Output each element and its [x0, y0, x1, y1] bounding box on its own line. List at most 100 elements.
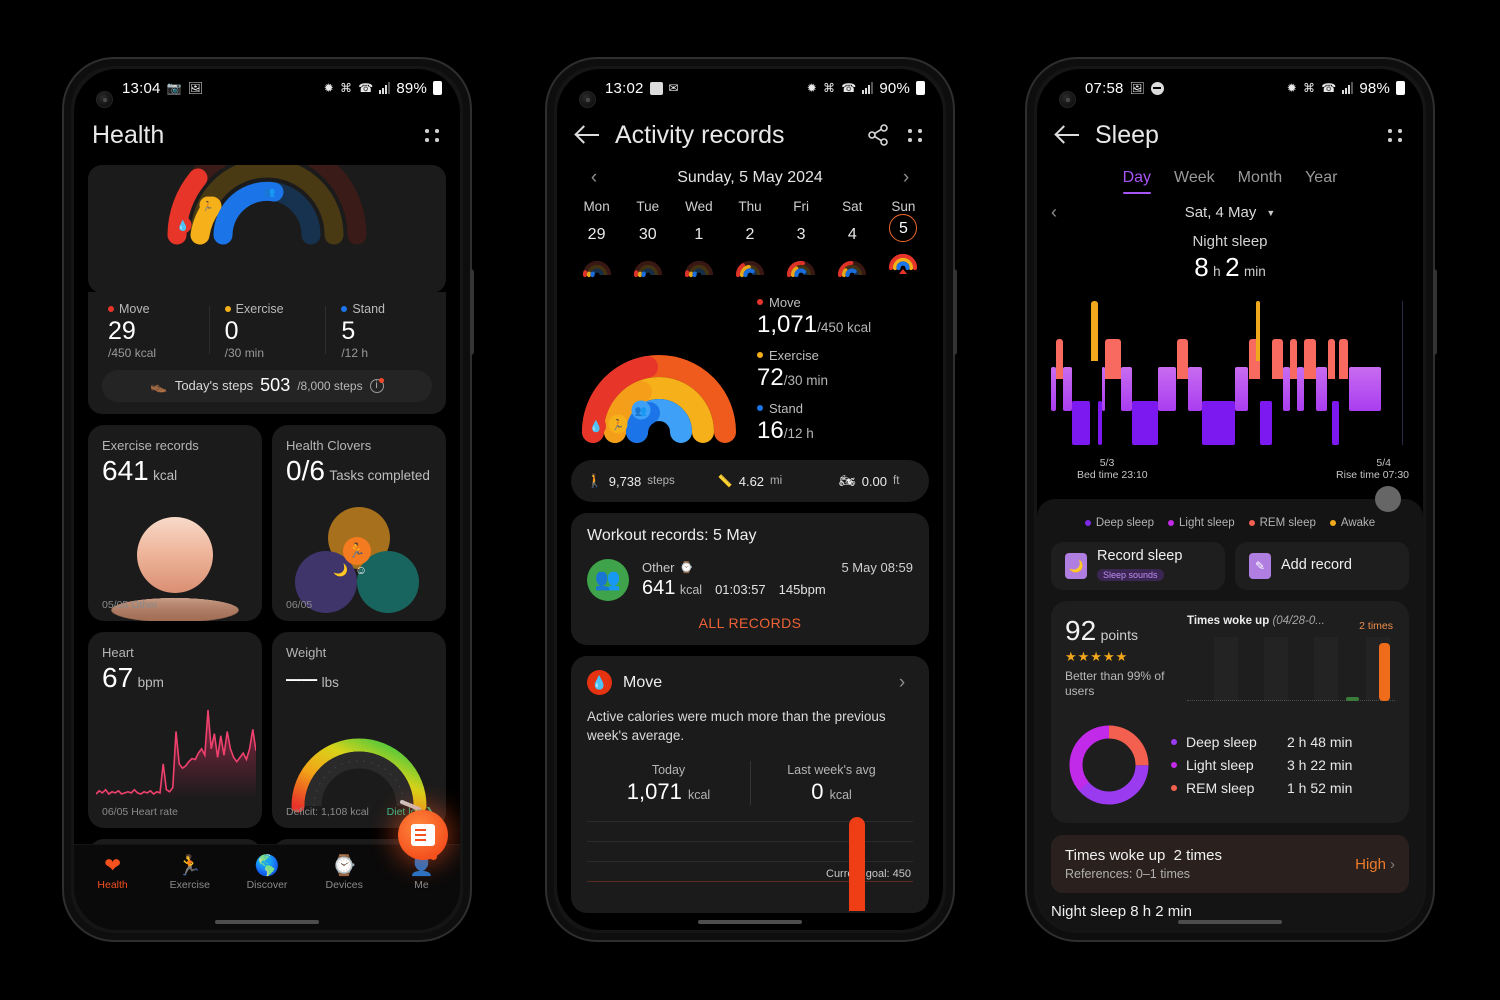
- day-number[interactable]: 3: [776, 221, 827, 249]
- gesture-bar[interactable]: [698, 920, 802, 924]
- nav-item-health[interactable]: ❤ Health: [74, 853, 151, 891]
- hours-unit: h: [1213, 264, 1221, 279]
- day-number[interactable]: 1: [673, 221, 724, 249]
- goal-label: Current goal: 450: [826, 868, 911, 881]
- workout-type: Other: [642, 560, 675, 575]
- grid-menu-icon[interactable]: [905, 125, 925, 145]
- phone1-content: 💧 🏃 👥 Move 29 /450 kcal Exercise 0 /30 m…: [74, 165, 460, 930]
- week-day-cell[interactable]: Thu 2: [724, 199, 775, 282]
- tile-title: Weight: [286, 644, 327, 660]
- week-day-cell[interactable]: Mon 29: [571, 199, 622, 282]
- tab-month[interactable]: Month: [1238, 169, 1282, 194]
- chevron-left-icon[interactable]: ‹: [583, 167, 605, 189]
- tile-value: 67: [102, 661, 134, 693]
- svg-text:🏃: 🏃: [612, 418, 624, 431]
- day-number[interactable]: 29: [571, 221, 622, 249]
- mini-activity-ring: [622, 252, 673, 282]
- night-sleep-row[interactable]: Night sleep 8 h 2 min: [1051, 903, 1409, 920]
- nav-item-exercise[interactable]: 🏃 Exercise: [151, 853, 228, 891]
- mini-activity-ring: [724, 252, 775, 282]
- move-insight-card[interactable]: 💧 Move › Active calories were much more …: [571, 656, 929, 914]
- minutes-unit: min: [1244, 264, 1266, 279]
- shoe-icon: 👞: [150, 377, 168, 394]
- night-sleep-label: Night sleep: [1192, 233, 1268, 250]
- all-records-button[interactable]: ALL RECORDS: [587, 615, 913, 631]
- distance-icon: 📏: [717, 474, 733, 488]
- stat-value: 29: [108, 317, 136, 345]
- week-day-cell[interactable]: Tue 30: [622, 199, 673, 282]
- chevron-left-icon[interactable]: ‹: [1051, 202, 1057, 223]
- week-day-cell[interactable]: Sun 5: [878, 199, 929, 282]
- clover-smile-icon: ☺: [355, 562, 368, 577]
- climb-icon: 🏍: [839, 473, 856, 488]
- caret-down-icon[interactable]: ▼: [1266, 208, 1275, 218]
- svg-text:🏃: 🏃: [202, 200, 213, 211]
- move-bar: [849, 817, 865, 912]
- metric-climb[interactable]: 🏍 0.00 ft: [810, 473, 929, 489]
- grid-menu-icon[interactable]: [1385, 125, 1405, 145]
- grid-menu-icon[interactable]: [422, 125, 442, 145]
- heart-pulse-icon: ❤: [104, 855, 121, 877]
- metric-steps[interactable]: 🚶 9,738 steps: [571, 473, 690, 489]
- battery-icon: [916, 81, 925, 95]
- nav-item-discover[interactable]: 🌎 Discover: [228, 853, 305, 891]
- phone2-screen: 13:02 ✉ ✹ ⌘ ☎ 90% Activity records ‹ Sun…: [557, 69, 943, 930]
- night-sleep-hours: 8: [1194, 252, 1209, 282]
- hypnogram-segment: [1283, 367, 1291, 411]
- chevron-right-icon[interactable]: ›: [895, 167, 917, 189]
- record-sleep-button[interactable]: 🌙 Record sleep Sleep sounds: [1051, 542, 1225, 590]
- gesture-bar[interactable]: [1178, 920, 1282, 924]
- move-dot-icon: [108, 306, 114, 312]
- todays-steps-pill[interactable]: 👞 Today's steps 503 /8,000 steps i: [102, 369, 432, 402]
- metric-unit: steps: [647, 475, 675, 487]
- chevron-right-icon[interactable]: ›: [891, 672, 913, 694]
- card-title: Workout records: 5 May: [587, 527, 757, 544]
- hypnogram-segment: [1051, 367, 1056, 411]
- day-of-week: Sat: [842, 199, 863, 214]
- tile-heart[interactable]: Heart 67 bpm 06/05 Heart rate: [88, 631, 262, 828]
- nav-item-devices[interactable]: ⌚ Devices: [306, 853, 383, 891]
- tile-title: Heart: [102, 644, 134, 660]
- day-number[interactable]: 30: [622, 221, 673, 249]
- workout-row[interactable]: 👥 Other ⌚ 5 May 08:59 641 kcal 01:03:57: [587, 559, 913, 601]
- day-number[interactable]: 2: [724, 221, 775, 249]
- share-node-icon[interactable]: [865, 122, 891, 148]
- bag-icon: [649, 81, 663, 95]
- day-number[interactable]: 5: [889, 214, 918, 242]
- stat-label: Move: [119, 302, 150, 316]
- week-day-cell[interactable]: Wed 1: [673, 199, 724, 282]
- button-label: Add record: [1281, 557, 1352, 574]
- call-icon: ☎: [841, 81, 857, 95]
- add-record-button[interactable]: ✎ Add record: [1235, 542, 1409, 590]
- tab-week[interactable]: Week: [1174, 169, 1215, 194]
- gesture-bar[interactable]: [215, 920, 319, 924]
- tab-day[interactable]: Day: [1122, 169, 1152, 194]
- mini-activity-ring: [878, 245, 929, 275]
- week-day-cell[interactable]: Fri 3: [776, 199, 827, 282]
- day-number[interactable]: 4: [827, 221, 878, 249]
- back-arrow-icon[interactable]: [575, 122, 601, 148]
- chevron-right-icon[interactable]: ›: [1390, 856, 1395, 873]
- tile-exercise-records[interactable]: Exercise records 641 kcal 05/05 Other: [88, 424, 262, 621]
- info-icon[interactable]: i: [369, 377, 384, 393]
- activity-rings-card[interactable]: 💧 🏃 👥: [88, 165, 446, 293]
- back-arrow-icon[interactable]: [1055, 122, 1081, 148]
- sleep-score-card[interactable]: 92 points ★★★★★ Better than 99% of users…: [1051, 601, 1409, 823]
- times-woke-up-banner[interactable]: Times woke up 2 times References: 0–1 ti…: [1051, 835, 1409, 893]
- svg-text:👥: 👥: [635, 406, 647, 417]
- metric-distance[interactable]: 📏 4.62 mi: [690, 474, 809, 489]
- workout-bpm: 145bpm: [778, 582, 826, 597]
- tile-health-clovers[interactable]: Health Clovers 0/6 Tasks completed 🏃 🌙 ☺…: [272, 424, 446, 621]
- tab-year[interactable]: Year: [1305, 169, 1337, 194]
- legend-dot-icon: [1329, 520, 1336, 526]
- sleep-stage-breakdown: Deep sleep 2 h 48 min Light sleep 3 h 22 mi…: [1065, 721, 1395, 809]
- mini-activity-ring: [571, 252, 622, 282]
- add-log-fab[interactable]: [398, 810, 448, 860]
- stat-label: Today: [651, 763, 686, 778]
- planet-art-icon: [137, 516, 213, 593]
- tile-weight[interactable]: Weight –– lbs Deficit: 1,108 kcal Diet l…: [272, 631, 446, 828]
- wifi-icon: ⌘: [340, 81, 353, 95]
- week-day-cell[interactable]: Sat 4: [827, 199, 878, 282]
- sheet-drag-handle[interactable]: [1375, 486, 1401, 512]
- heart-rate-sparkline: [95, 700, 257, 800]
